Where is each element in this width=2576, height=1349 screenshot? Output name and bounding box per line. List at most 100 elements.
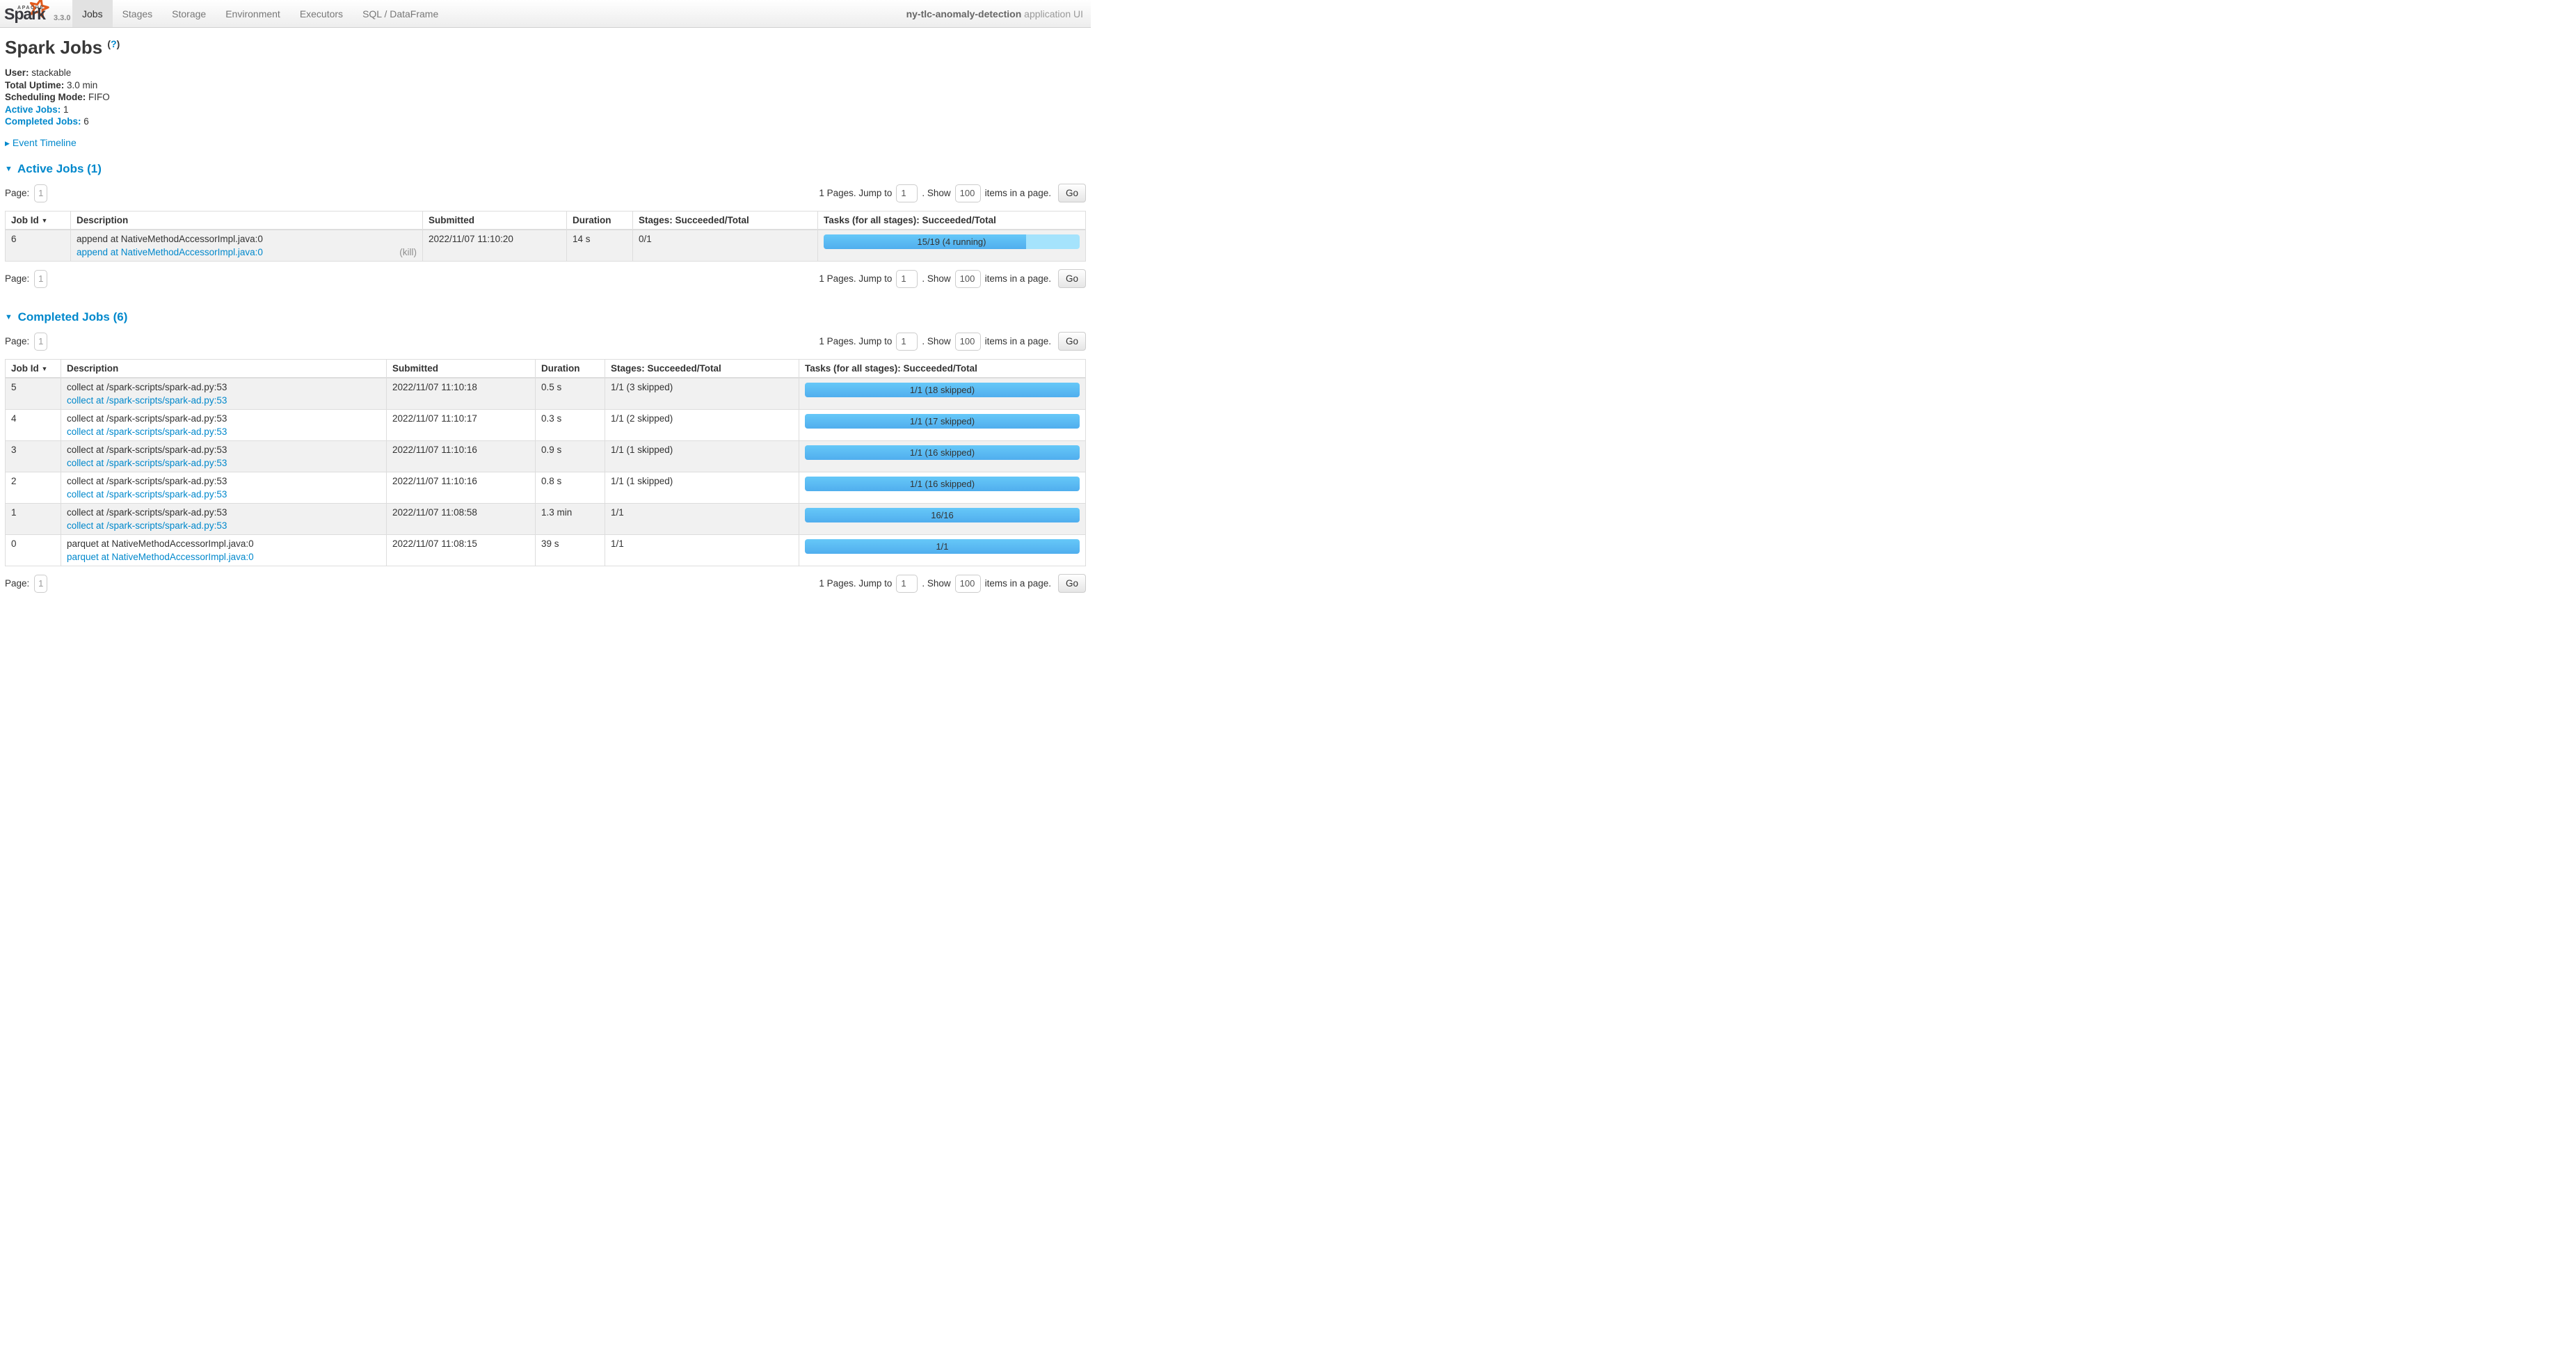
jump-to-input[interactable] [896,575,918,593]
completed-jobs-section-header[interactable]: ▼ Completed Jobs (6) [5,310,127,324]
description-link[interactable]: collect at /spark-scripts/spark-ad.py:53 [67,458,227,468]
column-header-job-id[interactable]: Job Id ▼ [6,211,71,230]
tab-storage[interactable]: Storage [162,0,216,27]
column-header-duration[interactable]: Duration [567,211,633,230]
duration-cell: 0.5 s [536,378,605,410]
tasks-progress-bar: 16/16 [805,508,1080,522]
column-header-duration[interactable]: Duration [536,359,605,378]
progress-label: 15/19 (4 running) [824,234,1080,249]
description-link[interactable]: collect at /spark-scripts/spark-ad.py:53 [67,489,227,500]
tab-environment[interactable]: Environment [216,0,290,27]
column-header-stages[interactable]: Stages: Succeeded/Total [633,211,818,230]
column-header-job-id[interactable]: Job Id ▼ [6,359,61,378]
active-jobs-table: Job Id ▼ Description Submitted Duration … [5,211,1086,262]
duration-cell: 0.9 s [536,440,605,472]
job-id-cell: 4 [6,409,61,440]
event-timeline-toggle[interactable]: ▶Event Timeline [5,137,77,148]
completed-jobs-link[interactable]: Completed Jobs: [5,116,81,127]
go-button[interactable]: Go [1058,574,1086,593]
page-label: Page: [5,336,29,346]
jump-to-input[interactable] [896,333,918,351]
summary-uptime: Total Uptime: 3.0 min [5,79,1086,92]
stages-cell: 1/1 [605,534,799,566]
page-input[interactable] [34,270,47,288]
show-items-input[interactable] [955,184,981,202]
description-cell: collect at /spark-scripts/spark-ad.py:53… [61,440,387,472]
submitted-cell: 2022/11/07 11:10:17 [387,409,536,440]
progress-label: 16/16 [805,508,1080,522]
active-jobs-section-header[interactable]: ▼ Active Jobs (1) [5,162,102,176]
page-title-text: Spark Jobs [5,37,102,58]
go-button[interactable]: Go [1058,184,1086,202]
submitted-cell: 2022/11/07 11:08:58 [387,503,536,534]
show-items-input[interactable] [955,575,981,593]
duration-cell: 14 s [567,230,633,262]
summary-scheduling-mode: Scheduling Mode: FIFO [5,91,1086,104]
tasks-progress-bar: 1/1 (16 skipped) [805,445,1080,460]
user-label: User: [5,67,29,78]
duration-cell: 0.8 s [536,472,605,503]
table-row: 5 collect at /spark-scripts/spark-ad.py:… [6,378,1086,410]
table-row: 1 collect at /spark-scripts/spark-ad.py:… [6,503,1086,534]
page-input[interactable] [34,575,47,593]
completed-jobs-section-title: Completed Jobs (6) [18,310,128,324]
active-jobs-link[interactable]: Active Jobs: [5,104,61,115]
kill-link[interactable]: (kill) [399,247,417,257]
description-cell: parquet at NativeMethodAccessorImpl.java… [61,534,387,566]
stages-cell: 1/1 (2 skipped) [605,409,799,440]
description-link[interactable]: collect at /spark-scripts/spark-ad.py:53 [67,520,227,531]
help-question-mark: ? [111,38,117,49]
job-id-cell: 5 [6,378,61,410]
completed-jobs-table: Job Id ▼ Description Submitted Duration … [5,359,1086,566]
duration-cell: 0.3 s [536,409,605,440]
tasks-cell: 1/1 (18 skipped) [799,378,1086,410]
show-items-input[interactable] [955,270,981,288]
items-in-page-text: items in a page. [985,336,1051,346]
column-header-tasks[interactable]: Tasks (for all stages): Succeeded/Total [818,211,1086,230]
column-header-stages[interactable]: Stages: Succeeded/Total [605,359,799,378]
spark-version: 3.3.0 [54,14,70,22]
description-cell: append at NativeMethodAccessorImpl.java:… [71,230,423,262]
application-title: ny-tlc-anomaly-detection application UI [906,8,1091,19]
collapse-arrow-icon: ▼ [5,313,13,321]
description-link[interactable]: collect at /spark-scripts/spark-ad.py:53 [67,426,227,437]
summary-completed-jobs: Completed Jobs: 6 [5,115,1086,128]
jump-to-input[interactable] [896,184,918,202]
description-link[interactable]: collect at /spark-scripts/spark-ad.py:53 [67,395,227,406]
go-button[interactable]: Go [1058,269,1086,288]
top-navbar: APACHE Spark 3.3.0 Jobs Stages Storage E… [0,0,1091,28]
tab-sql-dataframe[interactable]: SQL / DataFrame [353,0,448,27]
show-text: . Show [922,188,950,198]
items-in-page-text: items in a page. [985,273,1051,284]
jump-to-input[interactable] [896,270,918,288]
column-header-submitted[interactable]: Submitted [423,211,567,230]
go-button[interactable]: Go [1058,332,1086,351]
job-id-cell: 0 [6,534,61,566]
submitted-cell: 2022/11/07 11:10:16 [387,472,536,503]
page-input[interactable] [34,184,47,202]
tab-executors[interactable]: Executors [290,0,353,27]
collapse-arrow-icon: ▼ [5,165,13,173]
column-header-description[interactable]: Description [71,211,423,230]
help-link[interactable]: (?) [107,38,120,49]
column-header-submitted[interactable]: Submitted [387,359,536,378]
table-row: 3 collect at /spark-scripts/spark-ad.py:… [6,440,1086,472]
description-link[interactable]: parquet at NativeMethodAccessorImpl.java… [67,552,254,562]
application-ui-suffix: application UI [1024,8,1083,19]
tab-stages[interactable]: Stages [113,0,163,27]
tab-jobs[interactable]: Jobs [72,0,113,27]
show-text: . Show [922,578,950,589]
tasks-progress-bar: 1/1 (17 skipped) [805,414,1080,429]
stages-cell: 1/1 [605,503,799,534]
page-label: Page: [5,188,29,198]
duration-cell: 1.3 min [536,503,605,534]
page-input[interactable] [34,333,47,351]
scheduling-mode-label: Scheduling Mode: [5,92,86,102]
summary-active-jobs: Active Jobs: 1 [5,104,1086,116]
table-header-row: Job Id ▼ Description Submitted Duration … [6,211,1086,230]
description-link[interactable]: append at NativeMethodAccessorImpl.java:… [77,247,263,257]
description-text: parquet at NativeMethodAccessorImpl.java… [67,538,381,549]
show-items-input[interactable] [955,333,981,351]
column-header-tasks[interactable]: Tasks (for all stages): Succeeded/Total [799,359,1086,378]
column-header-description[interactable]: Description [61,359,387,378]
